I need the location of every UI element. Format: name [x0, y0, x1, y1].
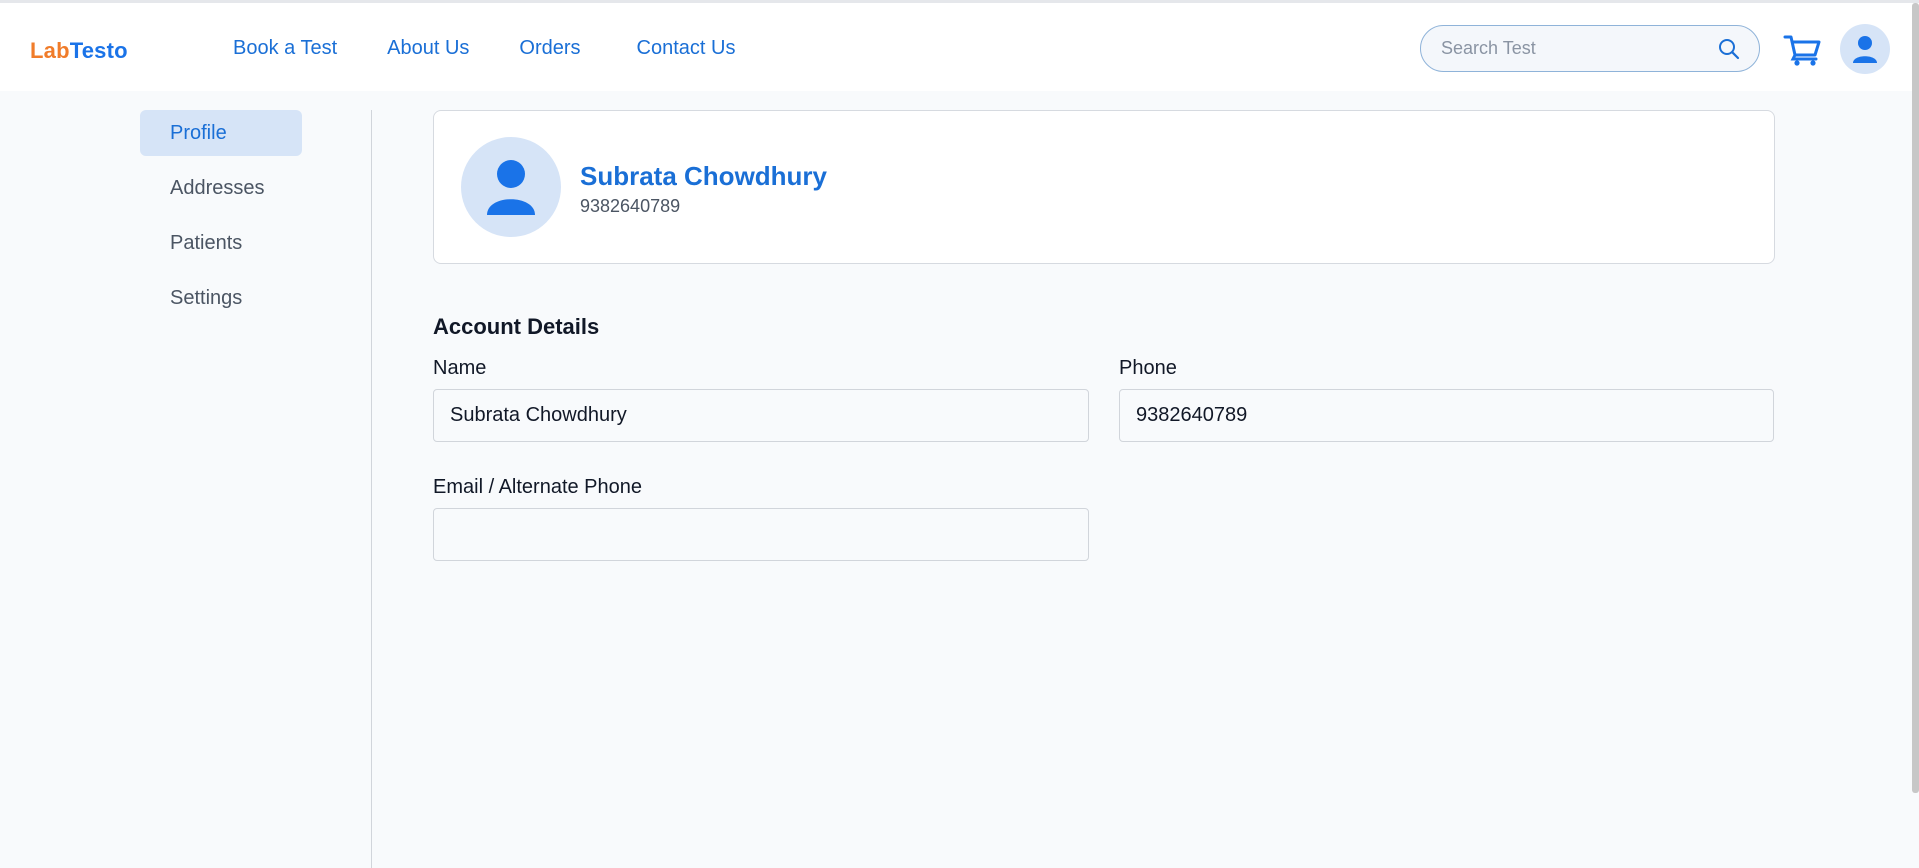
- profile-name: Subrata Chowdhury: [580, 161, 828, 191]
- sidebar-item-profile[interactable]: Profile: [140, 110, 302, 156]
- nav-about-us[interactable]: About Us: [387, 37, 469, 60]
- nav-contact-us[interactable]: Contact Us: [637, 37, 736, 60]
- account-details-title: Account Details: [433, 314, 600, 339]
- search-input[interactable]: [1441, 38, 1711, 59]
- nav-orders[interactable]: Orders: [519, 37, 580, 60]
- account-button[interactable]: [1840, 24, 1890, 74]
- phone-field[interactable]: [1119, 389, 1774, 442]
- email-field[interactable]: [433, 508, 1089, 561]
- logo-testo: Testo: [69, 38, 128, 63]
- search-box: [1420, 25, 1760, 72]
- user-icon: [1853, 36, 1877, 63]
- user-icon: [487, 160, 535, 215]
- profile-avatar: [461, 137, 561, 237]
- sidebar-item-patients[interactable]: Patients: [140, 220, 302, 266]
- cart-icon[interactable]: [1783, 33, 1821, 67]
- email-label: Email / Alternate Phone: [433, 476, 643, 498]
- name-label: Name: [433, 357, 487, 379]
- scrollbar[interactable]: [1912, 3, 1919, 793]
- profile-card: Subrata Chowdhury 9382640789: [433, 110, 1775, 264]
- profile-phone: 9382640789: [580, 196, 681, 216]
- nav-book-a-test[interactable]: Book a Test: [233, 37, 337, 60]
- header: LabTesto Book a Test About Us Orders Con…: [0, 3, 1919, 91]
- sidebar-item-addresses[interactable]: Addresses: [140, 165, 302, 211]
- name-field[interactable]: [433, 389, 1089, 442]
- phone-label: Phone: [1119, 357, 1177, 379]
- sidebar: Profile Addresses Patients Settings: [140, 110, 302, 330]
- logo[interactable]: LabTesto: [30, 38, 128, 64]
- sidebar-item-settings[interactable]: Settings: [140, 275, 302, 321]
- logo-lab: Lab: [30, 38, 70, 63]
- main-nav: Book a Test About Us Orders Contact Us: [233, 37, 785, 60]
- sidebar-divider: [371, 110, 372, 868]
- search-icon[interactable]: [1717, 37, 1741, 61]
